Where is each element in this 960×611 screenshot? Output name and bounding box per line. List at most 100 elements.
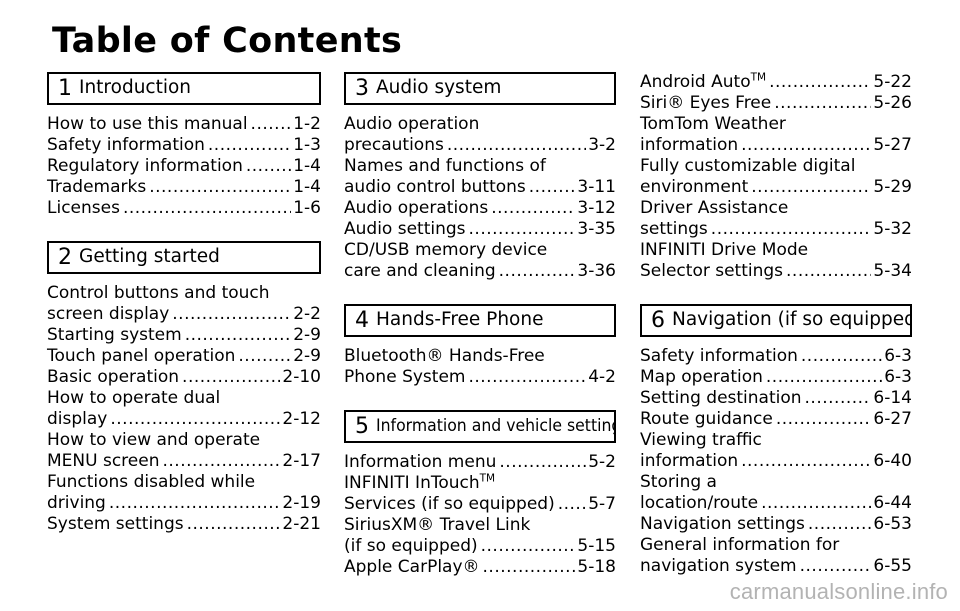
toc-entry[interactable]: General information for.................… (640, 535, 912, 577)
section-number: 2 (58, 244, 72, 270)
page-number: 6-40 (873, 451, 912, 471)
toc-entry[interactable]: Route guidance..........................… (640, 409, 912, 430)
entry-text: information (640, 451, 739, 471)
toc-entry-line: Phone System............................… (344, 367, 616, 388)
toc-entry-group: Information menu........................… (344, 452, 616, 578)
entry-text: Functions disabled while (47, 472, 256, 492)
toc-entry[interactable]: Touch panel operation...................… (47, 346, 321, 367)
leader-dots: ........................................… (149, 177, 291, 197)
leader-dots: ........................................… (741, 135, 872, 155)
leader-dots: ........................................… (245, 156, 291, 176)
toc-entry[interactable]: Audio settings..........................… (344, 219, 616, 240)
toc-entry-line: Fully customizable digital..............… (640, 156, 912, 177)
leader-dots: ........................................… (528, 177, 576, 197)
toc-entry[interactable]: Safety information......................… (47, 135, 321, 156)
entry-text: Driver Assistance (640, 198, 789, 218)
section-number: 6 (651, 307, 665, 333)
toc-entry-line: CD/USB memory device....................… (344, 240, 616, 261)
leader-dots: ........................................… (491, 198, 576, 218)
toc-entry-group: Audio operation.........................… (344, 114, 616, 282)
page-number: 6-3 (884, 346, 912, 366)
toc-entry-line: Selector settings.......................… (640, 261, 912, 282)
page-number: 1-4 (293, 156, 321, 176)
toc-entry[interactable]: System settings.........................… (47, 514, 321, 535)
toc-entry-line: Bluetooth® Hands-Free...................… (344, 346, 616, 367)
toc-entry[interactable]: Regulatory information..................… (47, 156, 321, 177)
entry-text: Viewing traffic (640, 430, 762, 450)
section-number: 1 (58, 75, 72, 101)
toc-entry[interactable]: TomTom Weather..........................… (640, 114, 912, 156)
leader-dots: ........................................… (207, 135, 292, 155)
toc-entry[interactable]: Audio operation.........................… (344, 114, 616, 156)
toc-entry[interactable]: Safety information......................… (640, 346, 912, 367)
toc-entry[interactable]: Fully customizable digital..............… (640, 156, 912, 198)
toc-entry-line: Navigation settings.....................… (640, 514, 912, 535)
entry-text: General information for (640, 535, 840, 555)
toc-entry[interactable]: CD/USB memory device....................… (344, 240, 616, 282)
toc-entry[interactable]: SiriusXM® Travel Link...................… (344, 515, 616, 557)
toc-entry-line: Regulatory information..................… (47, 156, 321, 177)
toc-entry-line: Route guidance..........................… (640, 409, 912, 430)
page-number: 6-3 (884, 367, 912, 387)
toc-entry[interactable]: Names and functions of..................… (344, 156, 616, 198)
entry-text: (if so equipped) (344, 536, 478, 556)
leader-dots: ........................................… (807, 514, 872, 534)
toc-entry[interactable]: How to use this manual..................… (47, 114, 321, 135)
toc-entry-group: How to use this manual..................… (47, 114, 321, 219)
leader-dots: ........................................… (122, 198, 292, 218)
toc-entry[interactable]: Control buttons and touch...............… (47, 283, 321, 325)
section-header-3[interactable]: 3 Audio system (344, 72, 616, 105)
toc-entry-line: Touch panel operation...................… (47, 346, 321, 367)
toc-entry[interactable]: Functions disabled while................… (47, 472, 321, 514)
entry-text: care and cleaning (344, 261, 496, 281)
toc-entry[interactable]: How to view and operate.................… (47, 430, 321, 472)
entry-text: Apple CarPlay® (344, 557, 480, 577)
entry-text: Route guidance (640, 409, 773, 429)
toc-entry[interactable]: Audio operations........................… (344, 198, 616, 219)
toc-entry[interactable]: Starting system.........................… (47, 325, 321, 346)
toc-entry[interactable]: Licenses................................… (47, 198, 321, 219)
section-header-4[interactable]: 4 Hands-Free Phone (344, 304, 616, 337)
entry-text: Map operation (640, 367, 763, 387)
toc-entry-line: (if so equipped)........................… (344, 536, 616, 557)
toc-entry[interactable]: Map operation...........................… (640, 367, 912, 388)
section-header-2[interactable]: 2 Getting started (47, 241, 321, 274)
toc-entry-line: Services (if so equipped)...............… (344, 494, 616, 515)
leader-dots: ........................................… (499, 452, 587, 472)
page-number: 5-29 (873, 177, 912, 197)
section-header-6[interactable]: 6 Navigation (if so equipped) (640, 304, 912, 337)
entry-text: Trademarks (47, 177, 147, 197)
toc-entry-line: Basic operation.........................… (47, 367, 321, 388)
toc-entry[interactable]: INFINITI InTouchTM......................… (344, 473, 616, 515)
toc-entry-line: display.................................… (47, 409, 321, 430)
toc-entry[interactable]: Driver Assistance.......................… (640, 198, 912, 240)
toc-entry[interactable]: Viewing traffic.........................… (640, 430, 912, 472)
toc-entry[interactable]: Bluetooth® Hands-Free...................… (344, 346, 616, 388)
toc-entry[interactable]: Apple CarPlay®..........................… (344, 557, 616, 578)
page-number: 3-36 (577, 261, 616, 281)
toc-entry-line: Starting system.........................… (47, 325, 321, 346)
page-number: 2-10 (282, 367, 321, 387)
entry-text: Selector settings (640, 261, 784, 281)
toc-entry-line: SiriusXM® Travel Link...................… (344, 515, 616, 536)
page-number: 4-2 (588, 367, 616, 387)
toc-entry[interactable]: Basic operation.........................… (47, 367, 321, 388)
toc-entry[interactable]: Setting destination.....................… (640, 388, 912, 409)
toc-entry[interactable]: Android AutoTM..........................… (640, 72, 912, 93)
leader-dots: ........................................… (799, 556, 872, 576)
toc-entry[interactable]: Trademarks..............................… (47, 177, 321, 198)
toc-entry[interactable]: Information menu........................… (344, 452, 616, 473)
page-number: 2-9 (293, 346, 321, 366)
section-header-5[interactable]: 5 Information and vehicle settings (344, 410, 616, 443)
leader-dots: ........................................… (800, 346, 883, 366)
toc-entry[interactable]: How to operate dual.....................… (47, 388, 321, 430)
entry-text: Siri® Eyes Free (640, 93, 772, 113)
toc-entry[interactable]: Storing a...............................… (640, 472, 912, 514)
page-number: 1-2 (293, 114, 321, 134)
toc-entry[interactable]: INFINITI Drive Mode.....................… (640, 240, 912, 282)
leader-dots: ........................................… (761, 493, 871, 513)
toc-entry[interactable]: Siri® Eyes Free.........................… (640, 93, 912, 114)
toc-entry[interactable]: Navigation settings.....................… (640, 514, 912, 535)
leader-dots: ........................................… (751, 177, 871, 197)
section-header-1[interactable]: 1 Introduction (47, 72, 321, 105)
